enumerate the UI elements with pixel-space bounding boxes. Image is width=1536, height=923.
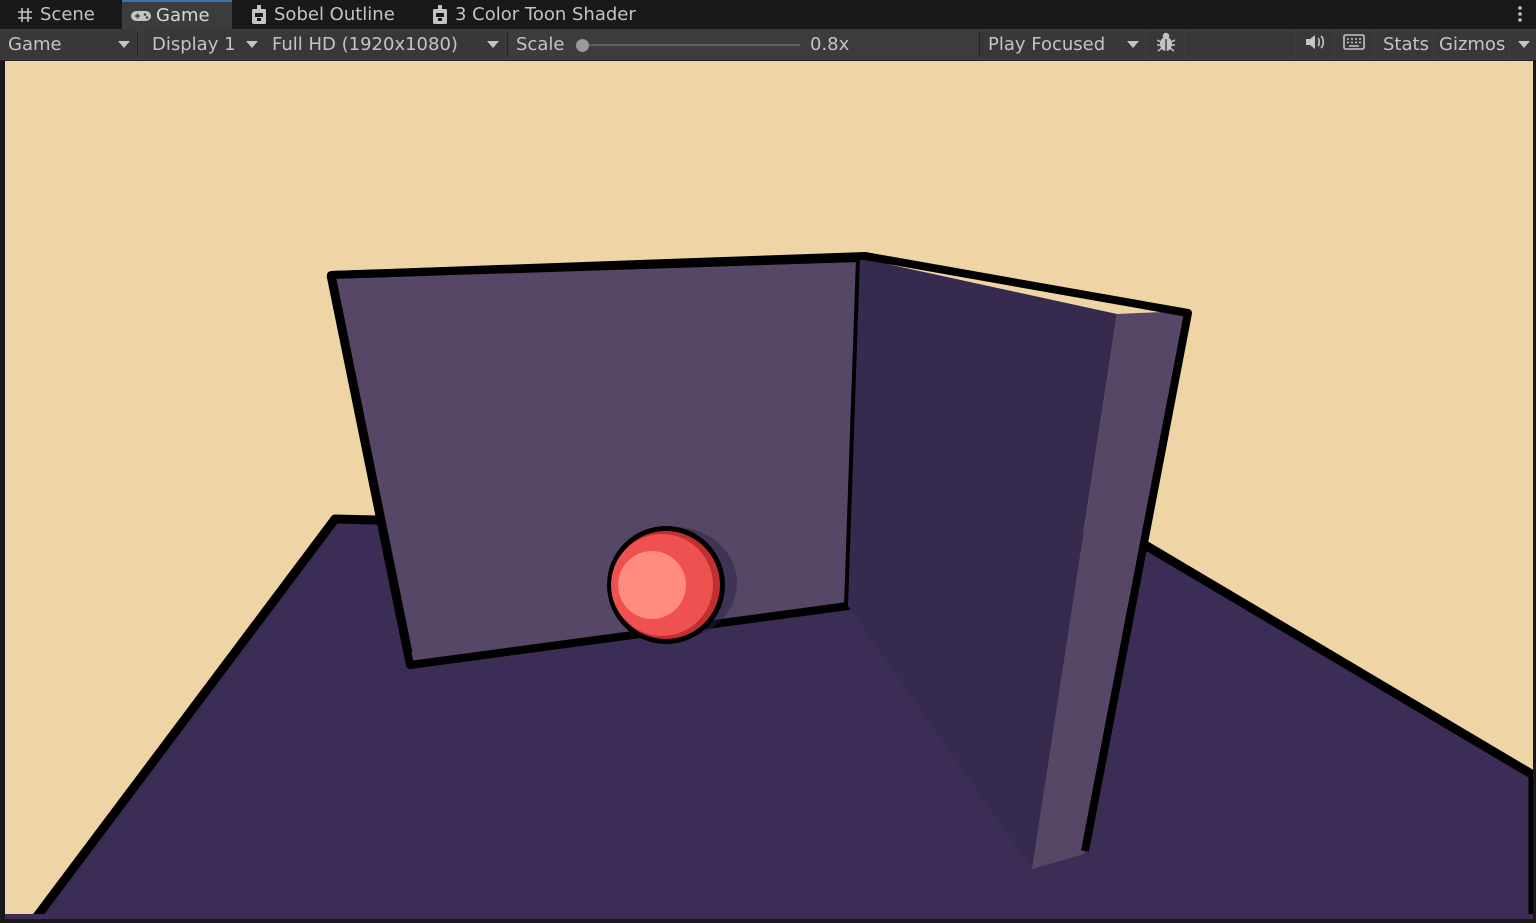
gizmos-dropdown[interactable] [1510, 30, 1536, 59]
keyboard-icon [1343, 34, 1365, 55]
game-view-toolbar: Game Display 1 Full HD (1920x1080) Scale… [0, 29, 1536, 61]
viewport-border [0, 919, 1536, 923]
display-label: Display 1 [152, 34, 236, 55]
tab-label: Scene [40, 4, 95, 25]
editor-tab-bar: Scene Game Sobel Outline 3 Color Toon Sh… [0, 0, 1536, 29]
resolution-dropdown[interactable]: Full HD (1920x1080) [264, 30, 505, 59]
chevron-down-icon [1518, 41, 1530, 48]
gizmos-label: Gizmos [1439, 34, 1506, 55]
ball-highlight [618, 551, 686, 619]
kebab-menu-icon[interactable] [1514, 4, 1526, 24]
tab-label: 3 Color Toon Shader [455, 4, 636, 25]
mute-audio-button[interactable] [1296, 30, 1333, 59]
tab-3-color-toon-shader[interactable]: 3 Color Toon Shader [421, 0, 651, 29]
bug-icon [1155, 31, 1177, 58]
speaker-icon [1305, 34, 1325, 55]
scale-slider-track [582, 44, 800, 46]
toolbar-spacer [1186, 30, 1294, 59]
scale-label: Scale [516, 34, 565, 55]
shader-graph-icon [429, 4, 451, 25]
tab-label: Sobel Outline [274, 4, 395, 25]
chevron-down-icon [246, 41, 258, 48]
stats-button[interactable]: Stats [1375, 30, 1433, 59]
shader-graph-icon [248, 4, 270, 25]
chevron-down-icon [487, 41, 499, 48]
gizmos-button[interactable]: Gizmos [1435, 30, 1509, 59]
scale-value: 0.8x [810, 34, 850, 55]
game-render [5, 61, 1533, 919]
chevron-down-icon [1127, 41, 1139, 48]
chevron-down-icon [118, 41, 130, 48]
view-mode-label: Game [8, 34, 62, 55]
play-mode-label: Play Focused [988, 34, 1106, 55]
tab-sobel-outline[interactable]: Sobel Outline [240, 0, 400, 29]
view-mode-dropdown[interactable]: Game [0, 30, 136, 59]
back-wall [327, 254, 864, 669]
display-dropdown[interactable]: Display 1 [144, 30, 264, 59]
play-mode-dropdown[interactable]: Play Focused [980, 30, 1145, 59]
tab-scene[interactable]: Scene [6, 0, 120, 29]
grid-icon [14, 5, 36, 25]
scale-slider-thumb[interactable] [576, 39, 589, 52]
shortcuts-button[interactable] [1335, 30, 1373, 59]
frame-debugger-button[interactable] [1147, 30, 1184, 59]
tab-game[interactable]: Game [122, 0, 232, 29]
scale-slider[interactable] [576, 39, 802, 52]
stats-label: Stats [1383, 34, 1429, 55]
game-viewport[interactable] [5, 61, 1533, 919]
resolution-label: Full HD (1920x1080) [272, 34, 458, 55]
gamepad-icon [130, 6, 152, 26]
tab-label: Game [156, 5, 210, 26]
